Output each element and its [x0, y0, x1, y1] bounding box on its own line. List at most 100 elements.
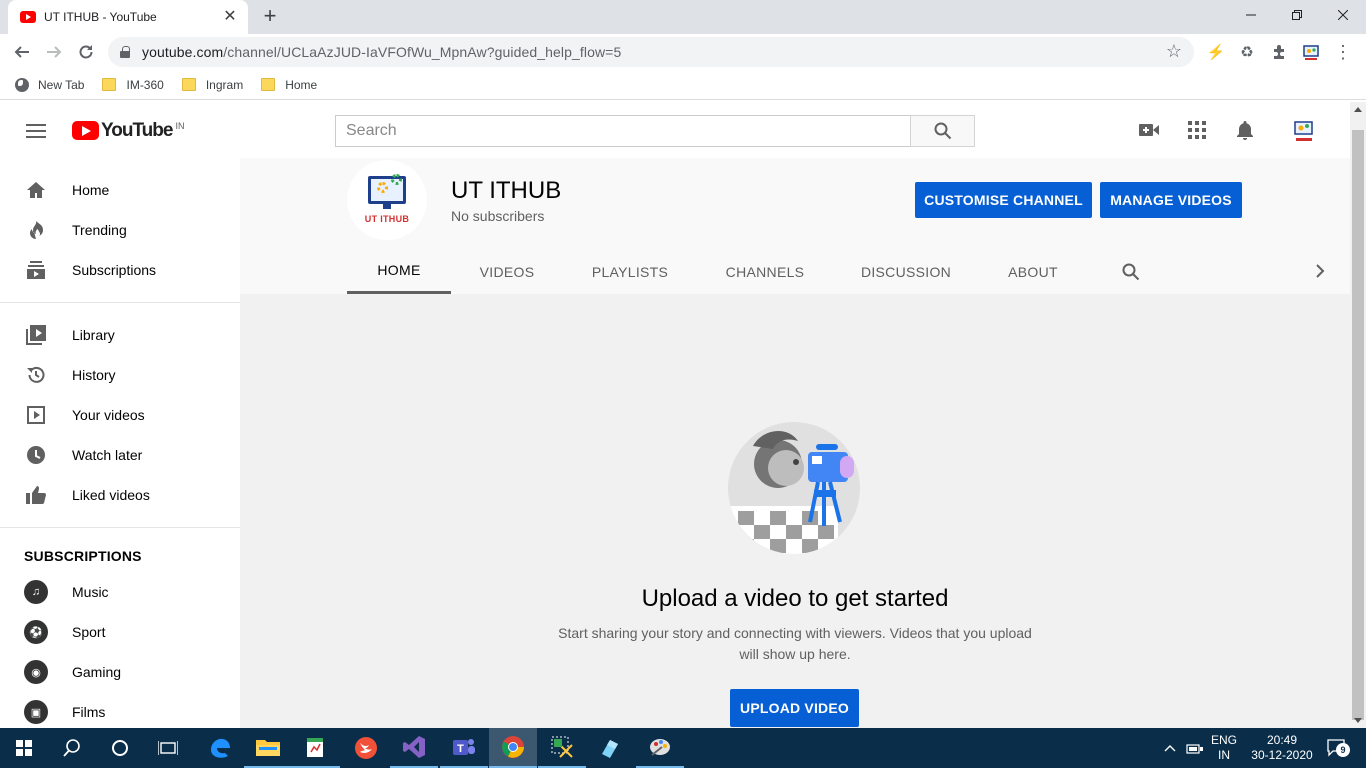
taskbar-snipping-tool[interactable] [538, 728, 586, 768]
search-input[interactable] [346, 122, 911, 140]
taskbar-app-tool[interactable] [586, 728, 634, 768]
empty-state-title: Upload a video to get started [641, 585, 949, 612]
task-view-button[interactable] [144, 728, 192, 768]
action-center-button[interactable]: 9 [1320, 728, 1354, 768]
bookmark-new-tab[interactable]: New Tab [15, 77, 84, 92]
browser-tab[interactable]: UT ITHUB - YouTube ✕ [8, 0, 248, 34]
notification-count-badge: 9 [1336, 743, 1350, 757]
clock-date: 30-12-2020 [1251, 748, 1313, 762]
profile-avatar-icon[interactable] [1301, 42, 1321, 62]
sidebar-item-home[interactable]: Home [0, 170, 240, 210]
guide-sidebar: Home Trending Subscriptions Library Hist… [0, 158, 240, 728]
taskbar-notepad-app[interactable] [292, 728, 340, 768]
minimize-button[interactable] [1228, 0, 1274, 30]
library-icon [24, 323, 48, 347]
language-indicator[interactable]: ENG IN [1206, 728, 1242, 768]
forward-button[interactable] [40, 38, 68, 66]
chrome-icon [502, 736, 524, 758]
channel-name: UT ITHUB [451, 177, 562, 204]
url-host: youtube.com [142, 44, 224, 60]
sidebar-item-history[interactable]: History [0, 355, 240, 395]
taskbar-file-explorer[interactable] [244, 728, 292, 768]
youtube-masthead: YouTube IN [0, 102, 1350, 158]
sidebar-item-subscriptions[interactable]: Subscriptions [0, 250, 240, 290]
scrollbar-thumb[interactable] [1352, 130, 1364, 720]
folder-icon [102, 78, 117, 91]
tab-home[interactable]: HOME [347, 249, 451, 294]
taskbar-chrome[interactable] [489, 728, 537, 768]
tab-about[interactable]: ABOUT [979, 249, 1087, 294]
tab-close-icon[interactable]: ✕ [222, 9, 238, 25]
page-scrollbar[interactable] [1350, 102, 1366, 728]
search-icon [63, 739, 80, 757]
search-button[interactable] [910, 115, 975, 147]
create-video-button[interactable] [1137, 118, 1161, 142]
sidebar-item-watch-later[interactable]: Watch later [0, 435, 240, 475]
taskbar-search-button[interactable] [48, 728, 96, 768]
chevron-right-icon [1316, 264, 1325, 278]
bookmark-ingram[interactable]: Ingram [181, 78, 243, 92]
close-window-button[interactable] [1320, 0, 1366, 30]
bookmark-im-360[interactable]: IM-360 [102, 78, 164, 92]
network-tray-button[interactable] [1184, 728, 1206, 768]
bookmark-home[interactable]: Home [261, 78, 317, 92]
extensions-puzzle-icon[interactable] [1269, 42, 1289, 62]
gear-icon [377, 182, 388, 193]
gear-icon [391, 174, 402, 185]
tab-playlists[interactable]: PLAYLISTS [563, 249, 697, 294]
taskbar-visual-studio[interactable] [390, 728, 438, 768]
sidebar-item-label: Music [72, 584, 109, 600]
start-button[interactable] [0, 728, 48, 768]
country-code: IN [175, 121, 185, 131]
taskbar-paint-app[interactable] [636, 728, 684, 768]
tab-discussion[interactable]: DISCUSSION [833, 249, 979, 294]
folder-icon [256, 740, 280, 756]
tabs-scroll-right-button[interactable] [1310, 261, 1330, 281]
trending-icon [24, 218, 48, 242]
sidebar-item-library[interactable]: Library [0, 315, 240, 355]
account-avatar[interactable] [1291, 118, 1317, 144]
back-button[interactable] [8, 38, 36, 66]
apps-button[interactable] [1185, 118, 1209, 142]
manage-videos-button[interactable]: MANAGE VIDEOS [1100, 182, 1242, 218]
customise-channel-button[interactable]: CUSTOMISE CHANNEL [915, 182, 1092, 218]
swift-icon [355, 737, 377, 759]
scroll-up-icon[interactable] [1354, 107, 1362, 112]
address-bar[interactable]: youtube.com/channel/UCLaAzJUD-IaVFOfWu_M… [108, 37, 1194, 67]
tab-videos[interactable]: VIDEOS [451, 249, 563, 294]
visual-studio-icon [403, 736, 425, 758]
channel-avatar[interactable]: UT ITHUB [347, 160, 427, 240]
taskbar-edge[interactable] [196, 728, 244, 768]
sidebar-item-your-videos[interactable]: Your videos [0, 395, 240, 435]
sidebar-item-gaming[interactable]: ◉ Gaming [0, 652, 240, 692]
cortana-button[interactable] [96, 728, 144, 768]
show-hidden-icons-button[interactable] [1160, 728, 1180, 768]
lightning-extension-icon[interactable]: ⚡ [1206, 42, 1226, 62]
lock-icon [120, 46, 130, 58]
restore-button[interactable] [1274, 0, 1320, 30]
sidebar-item-trending[interactable]: Trending [0, 210, 240, 250]
chrome-menu-icon[interactable]: ⋮ [1333, 42, 1353, 62]
sidebar-item-sport[interactable]: ⚽ Sport [0, 612, 240, 652]
sidebar-item-liked-videos[interactable]: Liked videos [0, 475, 240, 515]
scroll-down-icon[interactable] [1354, 718, 1362, 723]
youtube-logo[interactable]: YouTube IN [72, 121, 184, 141]
folder-icon [181, 78, 196, 91]
channel-search-button[interactable] [1111, 249, 1151, 294]
notifications-button[interactable] [1233, 118, 1257, 142]
bookmark-star-icon[interactable]: ☆ [1166, 42, 1182, 60]
upload-video-button[interactable]: UPLOAD VIDEO [730, 689, 859, 727]
tab-title: UT ITHUB - YouTube [44, 10, 157, 24]
tab-channels[interactable]: CHANNELS [697, 249, 833, 294]
new-tab-button[interactable]: + [258, 5, 282, 29]
guide-menu-icon[interactable] [26, 124, 46, 138]
sidebar-item-films[interactable]: ▣ Films [0, 692, 240, 728]
sidebar-item-music[interactable]: ♫ Music [0, 572, 240, 612]
account-avatar-icon [1294, 121, 1313, 141]
taskbar-swift-app[interactable] [342, 728, 390, 768]
reload-button[interactable] [72, 38, 100, 66]
taskbar-teams[interactable]: T [440, 728, 488, 768]
recycle-extension-icon[interactable]: ♻ [1237, 42, 1257, 62]
system-clock[interactable]: 20:49 30-12-2020 [1244, 728, 1320, 768]
films-icon: ▣ [24, 700, 48, 724]
